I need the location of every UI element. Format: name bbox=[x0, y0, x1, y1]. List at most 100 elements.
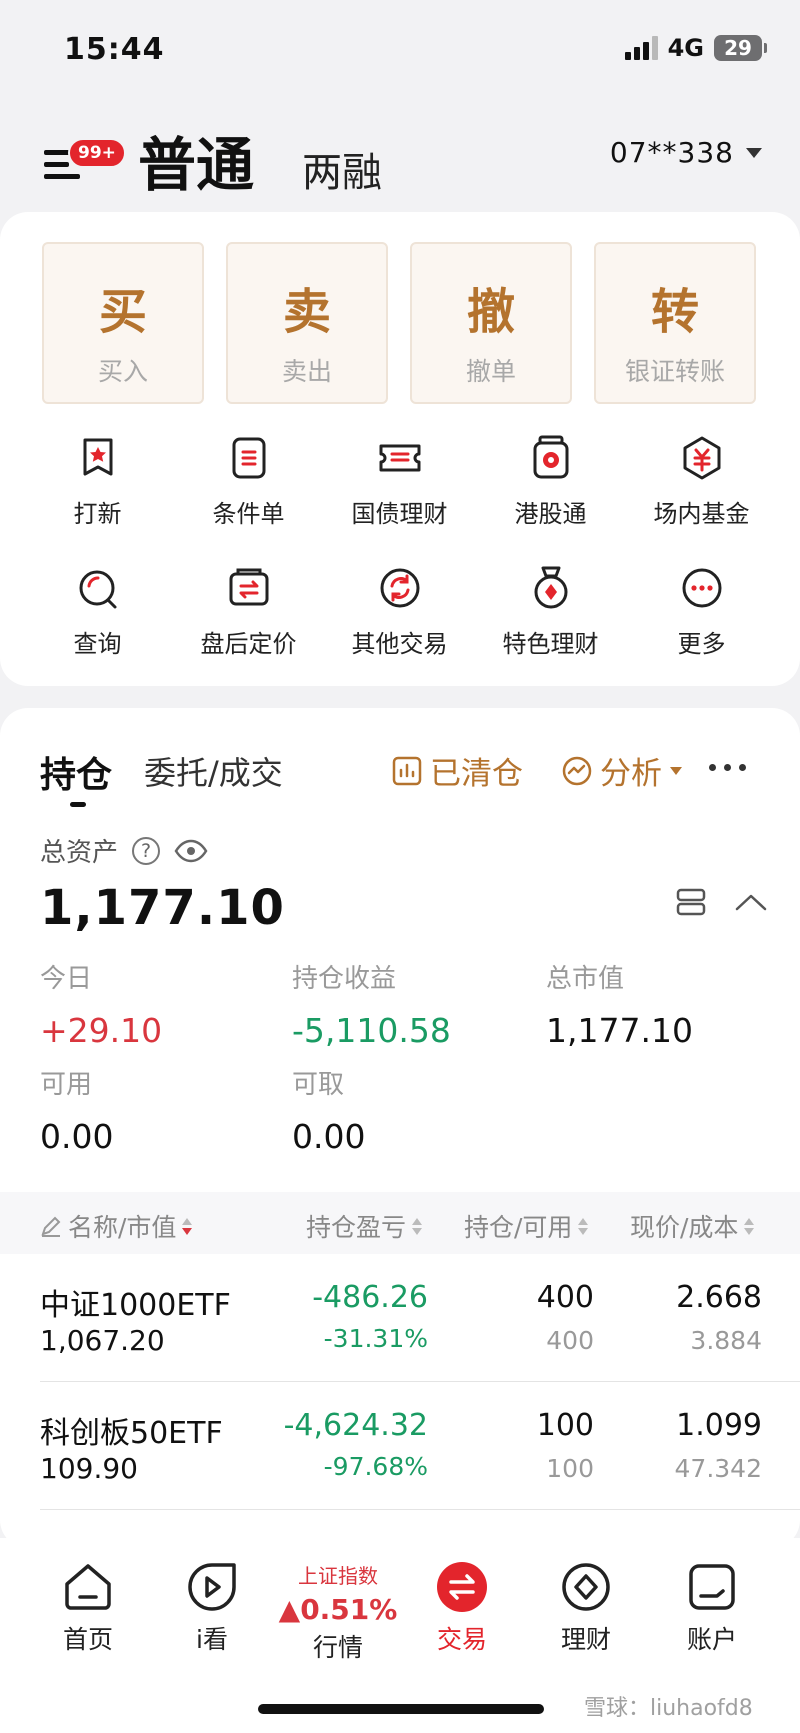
stat-label: 今日 bbox=[40, 964, 93, 994]
account-selector[interactable]: 07**338 bbox=[610, 136, 762, 169]
featured-wealth-icon bbox=[534, 566, 567, 609]
status-time: 15:44 bbox=[64, 32, 165, 67]
feature-label: 条件单 bbox=[212, 500, 285, 528]
nav-market[interactable]: 上证指数 ▲0.51% 行情 bbox=[278, 1560, 398, 1664]
chevron-down-icon bbox=[746, 147, 762, 158]
trade-icon bbox=[437, 1562, 487, 1612]
feature-etf-fund[interactable]: 场内基金 bbox=[626, 434, 777, 540]
feature-featured-wealth[interactable]: 特色理财 bbox=[475, 564, 626, 670]
after-hours-icon bbox=[229, 568, 268, 606]
account-number: 07**338 bbox=[609, 136, 734, 169]
stat-today: 今日 +29.10 bbox=[40, 958, 162, 1050]
nav-home[interactable]: 首页 bbox=[28, 1560, 148, 1656]
analysis-label: 分析 bbox=[600, 756, 662, 792]
sell-button[interactable]: 卖 卖出 bbox=[226, 242, 388, 404]
feature-bond[interactable]: 国债理财 bbox=[324, 434, 475, 540]
sell-char: 卖 bbox=[282, 284, 331, 340]
feature-more[interactable]: 更多 bbox=[626, 564, 777, 670]
position-price: 1.099 bbox=[676, 1408, 762, 1443]
positions-tabs: 持仓 委托/成交 已清仓 分析 bbox=[40, 746, 760, 807]
column-holdings[interactable]: 持仓/可用 bbox=[464, 1208, 589, 1244]
home-indicator bbox=[258, 1704, 544, 1714]
position-available: 100 bbox=[546, 1454, 594, 1483]
feature-label: 港股通 bbox=[514, 500, 587, 528]
header: 99+ 普通 两融 07**338 bbox=[0, 110, 800, 210]
nav-label: 理财 bbox=[560, 1625, 611, 1654]
transfer-label: 银证转账 bbox=[624, 357, 725, 386]
more-options-icon[interactable] bbox=[709, 764, 746, 771]
table-row[interactable]: 中证1000ETF 1,067.20 -486.26 -31.31% 400 4… bbox=[0, 1254, 800, 1382]
position-pnl: -486.26 bbox=[312, 1280, 428, 1315]
tab-normal[interactable]: 普通 bbox=[138, 118, 254, 202]
feature-after-hours[interactable]: 盘后定价 bbox=[173, 564, 324, 670]
watermark: 雪球：liuhaofd8 bbox=[584, 1696, 753, 1721]
nav-wealth[interactable]: 理财 bbox=[526, 1560, 646, 1656]
column-name-value[interactable]: 名称/市值 bbox=[40, 1208, 193, 1244]
fund-icon bbox=[683, 436, 720, 480]
feature-condition-order[interactable]: 条件单 bbox=[173, 434, 324, 540]
column-label: 持仓盈亏 bbox=[306, 1213, 407, 1242]
nav-trade[interactable]: 交易 bbox=[402, 1560, 522, 1656]
index-change: ▲0.51% bbox=[278, 1593, 398, 1626]
condition-order-icon bbox=[232, 437, 265, 479]
column-price-cost[interactable]: 现价/成本 bbox=[630, 1208, 755, 1244]
bond-icon bbox=[379, 444, 420, 472]
status-bar: 15:44 4G 29 bbox=[0, 0, 800, 100]
wealth-icon bbox=[562, 1563, 610, 1611]
table-row[interactable]: 科创板50ETF 109.90 -4,624.32 -97.68% 100 10… bbox=[0, 1382, 800, 1510]
cleared-positions-button[interactable]: 已清仓 bbox=[392, 748, 523, 793]
stat-label: 总市值 bbox=[546, 964, 625, 994]
tab-orders[interactable]: 委托/成交 bbox=[144, 748, 283, 794]
sort-icon bbox=[578, 1217, 589, 1235]
eye-icon[interactable] bbox=[174, 839, 208, 863]
sort-icon bbox=[182, 1217, 193, 1235]
tab-positions[interactable]: 持仓 bbox=[40, 746, 112, 798]
nav-account[interactable]: 账户 bbox=[652, 1560, 772, 1656]
feature-label: 更多 bbox=[677, 630, 726, 658]
tab-indicator bbox=[70, 802, 86, 807]
trade-card: 买 买入 卖 卖出 撤 撤单 转 银证转账 打新 条件单 国债理财 港股通 场内… bbox=[0, 212, 800, 686]
cancel-char: 撤 bbox=[466, 284, 515, 340]
nav-label: 行情 bbox=[312, 1633, 363, 1662]
column-label: 名称/市值 bbox=[68, 1213, 177, 1242]
row-divider bbox=[40, 1509, 800, 1510]
cancel-order-button[interactable]: 撤 撤单 bbox=[410, 242, 572, 404]
menu-button[interactable]: 99+ bbox=[44, 138, 126, 198]
feature-label: 场内基金 bbox=[653, 500, 750, 528]
nav-label: 交易 bbox=[436, 1625, 487, 1654]
feature-query[interactable]: 查询 bbox=[22, 564, 173, 670]
feature-other-trade[interactable]: 其他交易 bbox=[324, 564, 475, 670]
status-indicators: 4G 29 bbox=[624, 34, 767, 62]
nav-label: i看 bbox=[196, 1625, 228, 1654]
ipo-icon bbox=[83, 438, 112, 476]
chevron-up-icon[interactable] bbox=[734, 892, 768, 912]
position-holding: 100 bbox=[536, 1408, 594, 1443]
buy-button[interactable]: 买 买入 bbox=[42, 242, 204, 404]
index-name: 上证指数 bbox=[298, 1564, 378, 1588]
total-assets-label: 总资产 bbox=[40, 838, 119, 868]
bank-transfer-button[interactable]: 转 银证转账 bbox=[594, 242, 756, 404]
nav-label: 账户 bbox=[686, 1625, 737, 1654]
feature-hk-connect[interactable]: 港股通 bbox=[475, 434, 626, 540]
column-pnl[interactable]: 持仓盈亏 bbox=[306, 1208, 423, 1244]
tab-margin[interactable]: 两融 bbox=[302, 140, 382, 198]
stat-market-value: 总市值 1,177.10 bbox=[546, 958, 693, 1050]
stat-value: +29.10 bbox=[40, 1011, 163, 1050]
feature-ipo[interactable]: 打新 bbox=[22, 434, 173, 540]
feature-label: 盘后定价 bbox=[200, 630, 297, 658]
stat-value: -5,110.58 bbox=[292, 1011, 451, 1050]
chevron-down-icon bbox=[670, 766, 682, 775]
total-assets-value: 1,177.10 bbox=[40, 880, 285, 936]
home-icon bbox=[65, 1564, 111, 1610]
help-icon[interactable]: ? bbox=[132, 836, 161, 865]
edit-icon[interactable] bbox=[40, 1215, 62, 1237]
position-pnl: -4,624.32 bbox=[283, 1408, 428, 1443]
more-icon bbox=[682, 568, 721, 608]
layout-toggle-icon[interactable] bbox=[676, 888, 706, 916]
cleared-label: 已清仓 bbox=[430, 756, 523, 792]
position-name: 科创板50ETF bbox=[40, 1416, 223, 1451]
bar-chart-icon bbox=[392, 756, 422, 785]
analysis-button[interactable]: 分析 bbox=[562, 748, 682, 793]
nav-watch[interactable]: i看 bbox=[152, 1560, 272, 1656]
position-pnl-pct: -97.68% bbox=[323, 1452, 428, 1481]
